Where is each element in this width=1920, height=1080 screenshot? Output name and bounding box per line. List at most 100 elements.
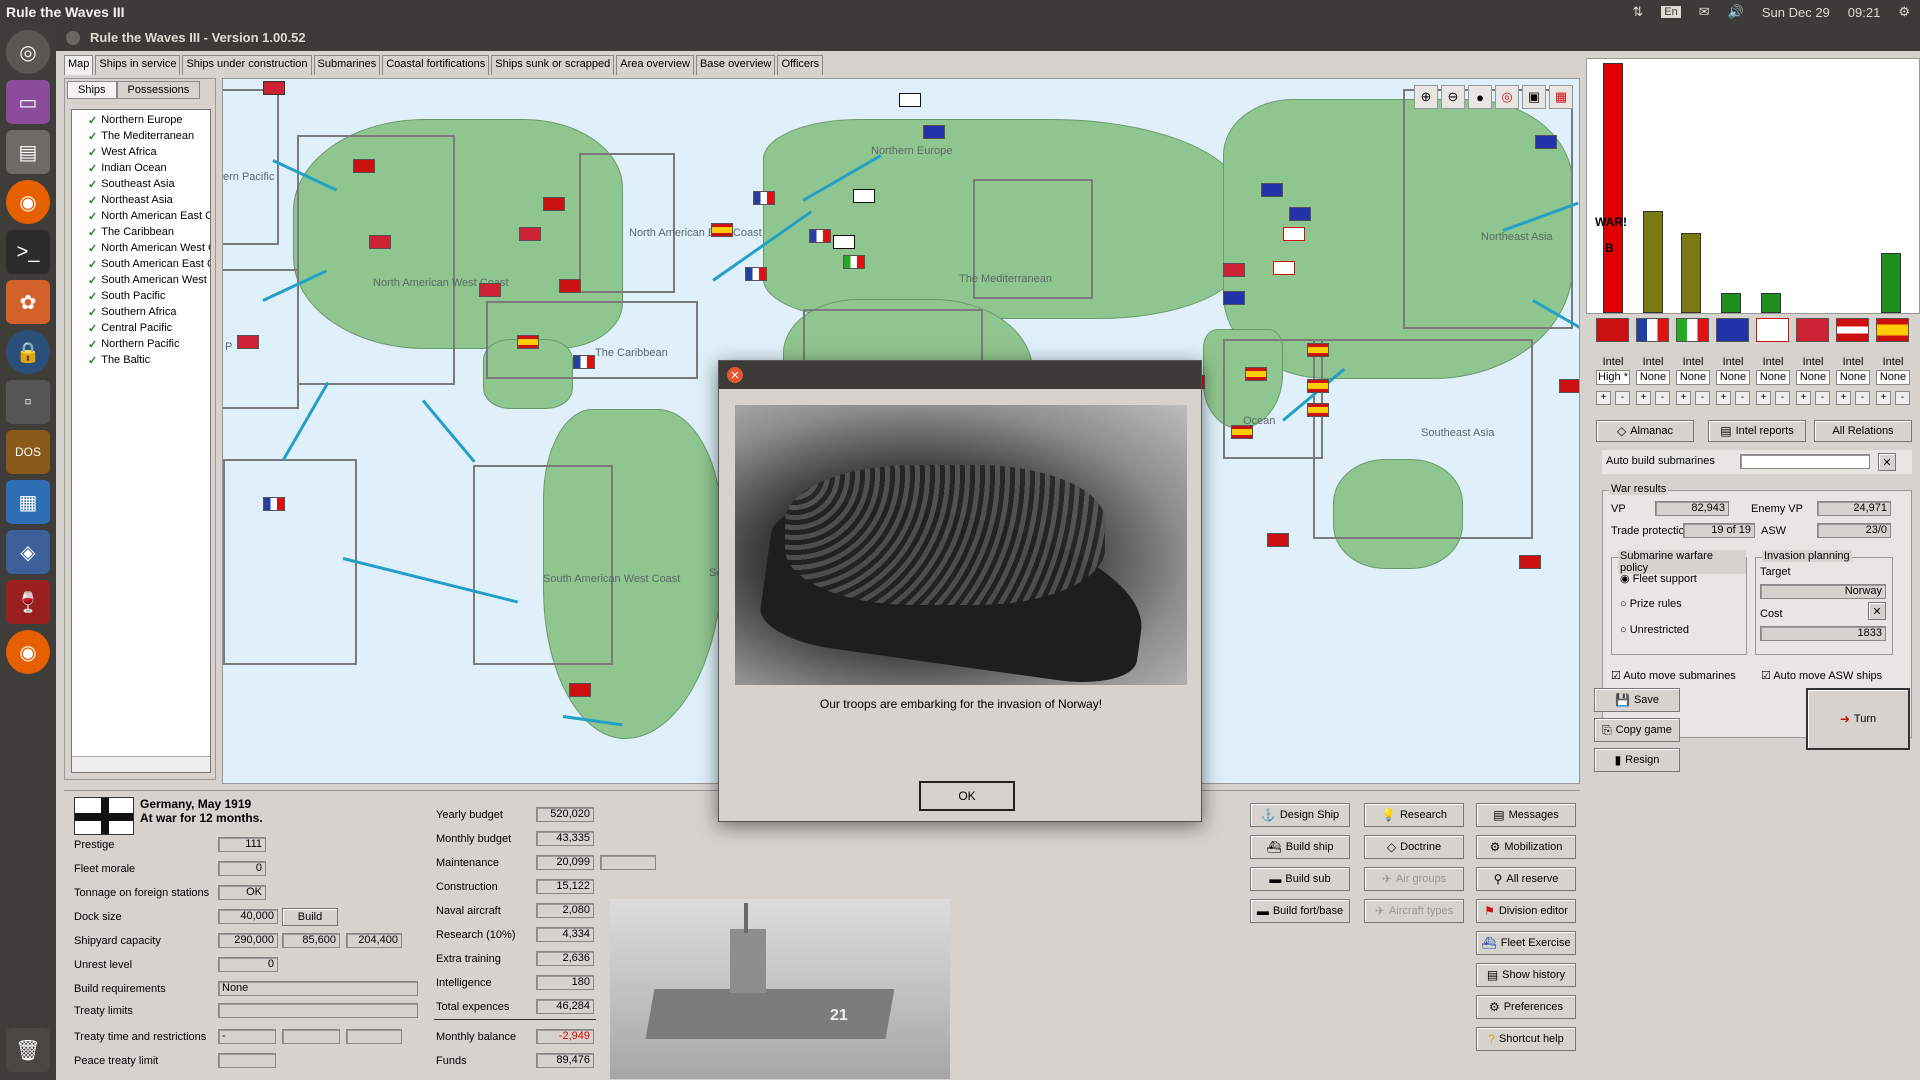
intel-minus-button[interactable]: - xyxy=(1815,391,1830,405)
spain-flag-icon[interactable] xyxy=(711,223,733,237)
russia-flag-icon[interactable] xyxy=(923,125,945,139)
usa-flag-icon[interactable] xyxy=(519,227,541,241)
spain-flag-icon[interactable] xyxy=(517,335,539,349)
check-icon[interactable]: ✓ xyxy=(88,130,97,143)
tree-item[interactable]: ✓ Southern Africa xyxy=(72,304,210,320)
research-button[interactable]: 💡 Research xyxy=(1364,803,1464,827)
check-icon[interactable]: ✓ xyxy=(88,322,97,335)
save-button[interactable]: 💾 Save xyxy=(1594,688,1680,712)
usa-flag-icon[interactable] xyxy=(1223,263,1245,277)
japan-flag-icon[interactable] xyxy=(1756,318,1789,342)
check-icon[interactable]: ✓ xyxy=(88,354,97,367)
design-ship-button[interactable]: ⚓ Design Ship xyxy=(1250,803,1350,827)
tree-item[interactable]: ✓ Northeast Asia xyxy=(72,192,210,208)
grid-icon[interactable]: ▦ xyxy=(1549,85,1573,109)
fleet-exercise-button[interactable]: ⛴ Fleet Exercise xyxy=(1476,931,1576,955)
turn-button[interactable]: ➜ Turn xyxy=(1806,688,1910,750)
tree-item[interactable]: ✓ Central Pacific xyxy=(72,320,210,336)
tab-map[interactable]: Map xyxy=(64,55,94,75)
ubuntu-dash-icon[interactable]: ◎ xyxy=(6,30,50,74)
check-icon[interactable]: ✓ xyxy=(88,194,97,207)
dock-build-button[interactable]: Build xyxy=(282,908,338,926)
app-window-icon[interactable]: ▭ xyxy=(6,80,50,124)
check-icon[interactable]: ✓ xyxy=(88,290,97,303)
uk-flag-icon[interactable] xyxy=(1519,555,1541,569)
wine-icon[interactable]: 🍷 xyxy=(6,580,50,624)
tree-item[interactable]: ✓ Southeast Asia xyxy=(72,176,210,192)
tree-item[interactable]: ✓South American East Coast xyxy=(72,256,210,272)
tree-item[interactable]: ✓South American West Coast xyxy=(72,272,210,288)
mail-icon[interactable]: ✉ xyxy=(1699,4,1710,20)
intel-reports-button[interactable]: ▤ Intel reports xyxy=(1708,420,1806,442)
russia-flag-icon[interactable] xyxy=(1223,291,1245,305)
tree-item[interactable]: ✓ South Pacific xyxy=(72,288,210,304)
intel-plus-button[interactable]: + xyxy=(1596,391,1611,405)
radio-prize-rules[interactable]: ○ Prize rules xyxy=(1620,598,1682,610)
russia-flag-icon[interactable] xyxy=(1289,207,1311,221)
tab-submarines[interactable]: Submarines xyxy=(313,55,381,75)
check-icon[interactable]: ✓ xyxy=(88,178,97,191)
check-icon[interactable]: ✓ xyxy=(88,226,97,239)
language-indicator[interactable]: En xyxy=(1661,6,1681,18)
network-icon[interactable]: ⇅ xyxy=(1632,4,1643,20)
austria-flag-icon[interactable] xyxy=(1836,318,1869,342)
almanac-button[interactable]: ◇ Almanac xyxy=(1596,420,1694,442)
uk-flag-icon[interactable] xyxy=(569,683,591,697)
intel-plus-button[interactable]: + xyxy=(1716,391,1731,405)
aircraft-types-button[interactable]: ✈ Aircraft types xyxy=(1364,899,1464,923)
intel-minus-button[interactable]: - xyxy=(1735,391,1750,405)
france-flag-icon[interactable] xyxy=(745,267,767,281)
germany-flag-icon[interactable] xyxy=(899,93,921,107)
intel-plus-button[interactable]: + xyxy=(1636,391,1651,405)
tab-coastal-fortifications[interactable]: Coastal fortifications xyxy=(382,55,490,75)
check-icon[interactable]: ✓ xyxy=(88,114,97,127)
uk-flag-icon[interactable] xyxy=(1267,533,1289,547)
italy-flag-icon[interactable] xyxy=(843,255,865,269)
volume-icon[interactable]: 🔊 xyxy=(1728,4,1744,20)
auto-build-field[interactable] xyxy=(1740,454,1870,469)
usa-flag-icon[interactable] xyxy=(479,283,501,297)
check-icon[interactable]: ✓ xyxy=(88,258,97,271)
check-icon[interactable]: ✓ xyxy=(88,162,97,175)
division-editor-button[interactable]: ⚑ Division editor xyxy=(1476,899,1576,923)
usa-flag-icon[interactable] xyxy=(263,81,285,95)
layers-icon[interactable]: ▣ xyxy=(1522,85,1546,109)
subtab-possessions[interactable]: Possessions xyxy=(116,81,201,99)
uk-flag-icon[interactable] xyxy=(353,159,375,173)
terminal-icon[interactable]: >_ xyxy=(6,230,50,274)
spain-flag-icon[interactable] xyxy=(1231,425,1253,439)
auto-move-asw-checkbox[interactable]: ☑ Auto move ASW ships xyxy=(1761,669,1882,682)
intel-plus-button[interactable]: + xyxy=(1796,391,1811,405)
tree-item[interactable]: ✓ Northern Europe xyxy=(72,112,210,128)
zoom-out-icon[interactable]: ⊖ xyxy=(1441,85,1465,109)
invasion-target[interactable]: Norway xyxy=(1760,584,1886,599)
uk-flag-icon[interactable] xyxy=(1559,379,1579,393)
spain-flag-icon[interactable] xyxy=(1245,367,1267,381)
spain-flag-icon[interactable] xyxy=(1307,343,1329,357)
air-groups-button[interactable]: ✈ Air groups xyxy=(1364,867,1464,891)
mobilization-button[interactable]: ⚙ Mobilization xyxy=(1476,835,1576,859)
russia-flag-icon[interactable] xyxy=(1535,135,1557,149)
build-sub-button[interactable]: ▬ Build sub xyxy=(1250,867,1350,891)
spain-flag-icon[interactable] xyxy=(1307,379,1329,393)
shortcut-help-button[interactable]: ? Shortcut help xyxy=(1476,1027,1576,1051)
tree-item[interactable]: ✓North American East Coast xyxy=(72,208,210,224)
tree-horizontal-scrollbar[interactable] xyxy=(72,756,210,772)
lock-icon[interactable]: 🔒 xyxy=(6,330,50,374)
intel-plus-button[interactable]: + xyxy=(1676,391,1691,405)
all-reserve-button[interactable]: ⚲ All reserve xyxy=(1476,867,1576,891)
subtab-ships[interactable]: Ships xyxy=(67,81,117,99)
tree-item[interactable]: ✓ The Baltic xyxy=(72,352,210,368)
date-display[interactable]: Sun Dec 29 xyxy=(1762,5,1830,20)
usa-flag-icon[interactable] xyxy=(237,335,259,349)
tree-item[interactable]: ✓ The Mediterranean xyxy=(72,128,210,144)
show-history-button[interactable]: ▤ Show history xyxy=(1476,963,1576,987)
intel-minus-button[interactable]: - xyxy=(1615,391,1630,405)
resign-button[interactable]: ▮ Resign xyxy=(1594,748,1680,772)
germany-flag-icon[interactable] xyxy=(833,235,855,249)
intel-minus-button[interactable]: - xyxy=(1775,391,1790,405)
trash-icon[interactable]: 🗑 xyxy=(6,1028,50,1072)
doctrine-button[interactable]: ◇ Doctrine xyxy=(1364,835,1464,859)
intel-minus-button[interactable]: - xyxy=(1855,391,1870,405)
france-flag-icon[interactable] xyxy=(263,497,285,511)
